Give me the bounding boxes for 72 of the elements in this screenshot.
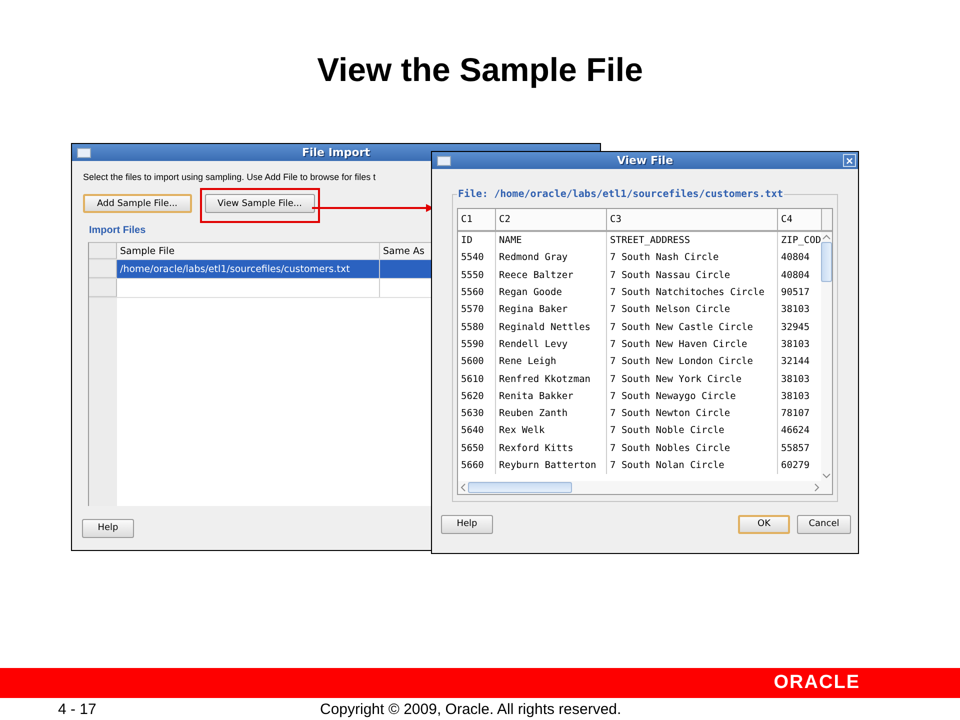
vertical-scrollbar[interactable] <box>821 232 832 481</box>
horizontal-scrollbar[interactable] <box>458 481 822 494</box>
table-cell: Reuben Zanth <box>496 404 607 422</box>
table-cell: 5590 <box>458 336 496 354</box>
section-label: Import Files <box>89 225 146 238</box>
table-cell: 7 South New Haven Circle <box>607 336 778 354</box>
window-title: File Import <box>302 146 370 159</box>
table-cell: 5540 <box>458 249 496 267</box>
table-cell: Renita Bakker <box>496 388 607 405</box>
table-cell: Redmond Gray <box>496 249 607 267</box>
dialog-button[interactable]: OK <box>738 514 790 534</box>
column-header[interactable]: C3 <box>607 209 778 230</box>
table-cell: Rendell Levy <box>496 336 607 354</box>
table-cell: 7 South Newaygo Circle <box>607 388 778 405</box>
table-cell: Rene Leigh <box>496 353 607 370</box>
table-cell: Reginald Nettles <box>496 318 607 336</box>
table-cell: STREET_ADDRESS <box>607 232 778 250</box>
table-cell: 5620 <box>458 388 496 405</box>
scroll-thumb[interactable] <box>821 242 832 282</box>
table-cell: 5550 <box>458 266 496 284</box>
column-header[interactable]: Same As <box>380 243 432 259</box>
table-cell: 7 South Nolan Circle <box>607 456 778 474</box>
table-cell: 5570 <box>458 301 496 318</box>
page-number: 4 - 17 <box>58 700 96 718</box>
column-header[interactable]: Sample File <box>117 243 380 259</box>
close-button[interactable]: × <box>843 154 856 167</box>
help-button[interactable]: Help <box>82 518 134 538</box>
table-cell: /home/oracle/labs/etl1/sourcefiles/customers.txt <box>117 260 380 278</box>
dialog-button[interactable]: Add Sample File... <box>83 194 192 213</box>
dialog-button[interactable]: View Sample File... <box>204 194 316 213</box>
table-cell: 7 South Nassau Circle <box>607 266 778 284</box>
table-cell: NAME <box>496 232 607 250</box>
table-cell: 5580 <box>458 318 496 336</box>
table-cell: 5650 <box>458 440 496 457</box>
table-cell: Reyburn Batterton <box>496 456 607 474</box>
instruction-text: Select the files to import using sampling. Use Add File to browse for files t <box>83 172 377 184</box>
table-cell: 7 South New Castle Circle <box>607 318 778 336</box>
table-cell: 5640 <box>458 422 496 440</box>
table-cell: Regina Baker <box>496 301 607 318</box>
table-cell: 7 South Nash Circle <box>607 249 778 267</box>
window-menu-icon[interactable] <box>77 148 91 158</box>
window-menu-icon[interactable] <box>437 156 451 166</box>
window-title: View File <box>616 154 674 167</box>
table-cell: 7 South Natchitoches Circle <box>607 284 778 302</box>
dialog-button[interactable]: Cancel <box>797 514 851 534</box>
table-cell: 5630 <box>458 404 496 422</box>
table-cell: 5610 <box>458 370 496 388</box>
logo: ORACLE <box>774 672 860 694</box>
table-cell: Rex Welk <box>496 422 607 440</box>
table-cell: 7 South New London Circle <box>607 353 778 370</box>
table-cell: Reece Baltzer <box>496 266 607 284</box>
table-row[interactable]: /home/oracle/labs/etl1/sourcefiles/customers.txt <box>89 260 432 279</box>
table-cell: Renfred Kkotzman <box>496 370 607 388</box>
column-header[interactable]: C4 <box>778 209 822 230</box>
group-label: File: /home/oracle/labs/etl1/sourcefiles/customers.txt <box>457 189 784 200</box>
table-cell: ID <box>458 232 496 250</box>
table-cell: 7 South Nelson Circle <box>607 301 778 318</box>
copyright-text: Copyright © 2009, Oracle. All rights reserved. <box>320 700 622 718</box>
scroll-thumb[interactable] <box>468 482 572 493</box>
table-cell: Regan Goode <box>496 284 607 302</box>
table-cell: 5660 <box>458 456 496 474</box>
table-cell: 7 South Noble Circle <box>607 422 778 440</box>
dialog-button[interactable]: Help <box>441 514 493 534</box>
slide-title: View the Sample File <box>317 50 643 90</box>
table-cell: 5560 <box>458 284 496 302</box>
column-header[interactable]: C2 <box>496 209 607 230</box>
table-cell: 5600 <box>458 353 496 370</box>
table-cell: 7 South Nobles Circle <box>607 440 778 457</box>
table-cell: Rexford Kitts <box>496 440 607 457</box>
column-header[interactable]: C1 <box>458 209 496 230</box>
table-cell: 7 South New York Circle <box>607 370 778 388</box>
table-cell: 7 South Newton Circle <box>607 404 778 422</box>
